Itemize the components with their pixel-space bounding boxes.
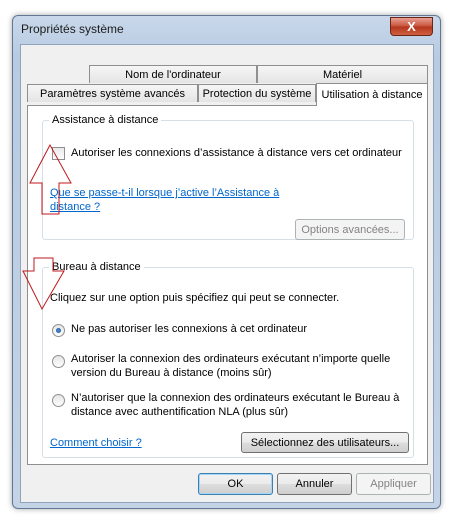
select-users-label: Sélectionnez des utilisateurs... bbox=[250, 436, 400, 449]
radio-any-version[interactable] bbox=[52, 355, 65, 368]
radio-no-connections[interactable] bbox=[52, 324, 65, 337]
tab-label: Protection du système bbox=[202, 87, 312, 100]
comment-choisir-link[interactable]: Comment choisir ? bbox=[50, 436, 142, 450]
tab-utilisation-distance[interactable]: Utilisation à distance bbox=[316, 83, 428, 106]
tab-label: Nom de l'ordinateur bbox=[125, 68, 221, 81]
close-button[interactable]: X bbox=[390, 17, 433, 36]
select-users-button[interactable]: Sélectionnez des utilisateurs... bbox=[241, 432, 409, 453]
title-bar[interactable]: Propriétés système X bbox=[13, 16, 440, 44]
apply-label: Appliquer bbox=[370, 478, 417, 490]
tab-parametres-avances[interactable]: Paramètres système avancés bbox=[27, 84, 198, 102]
close-icon: X bbox=[407, 19, 416, 34]
radio-nla-only[interactable] bbox=[52, 394, 65, 407]
cancel-label: Annuler bbox=[295, 478, 334, 490]
bureau-instruction: Cliquez sur une option puis spécifiez qu… bbox=[50, 292, 340, 304]
tab-materiel[interactable]: Matériel bbox=[257, 65, 428, 83]
dialog-client-area: Nom de l'ordinateur Matériel Paramètres … bbox=[20, 44, 434, 503]
tab-panel-remote: Assistance à distance Autoriser les conn… bbox=[27, 105, 428, 465]
assistance-help-link-line2[interactable]: distance ? bbox=[50, 200, 100, 214]
assistance-checkbox[interactable] bbox=[52, 147, 65, 160]
advanced-options-label: Options avancées... bbox=[301, 223, 399, 236]
system-properties-window: Propriétés système X Nom de l'ordinateur… bbox=[12, 15, 441, 509]
assistance-help-link-line1[interactable]: Que se passe-t-il lorsque j’active l’Ass… bbox=[50, 186, 279, 200]
tab-nom-ordinateur[interactable]: Nom de l'ordinateur bbox=[89, 65, 257, 83]
ok-button[interactable]: OK bbox=[198, 473, 273, 495]
tab-label: Paramètres système avancés bbox=[40, 87, 185, 100]
radio-any-version-label-1: Autoriser la connexion des ordinateurs e… bbox=[71, 353, 391, 365]
cancel-button[interactable]: Annuler bbox=[277, 473, 352, 495]
radio-nla-only-label-1: N’autoriser que la connexion des ordinat… bbox=[71, 392, 400, 404]
radio-no-connections-label: Ne pas autoriser les connexions à cet or… bbox=[71, 323, 308, 335]
advanced-options-button[interactable]: Options avancées... bbox=[295, 219, 405, 240]
tab-label: Matériel bbox=[322, 68, 363, 81]
window-title: Propriétés système bbox=[21, 22, 124, 36]
bureau-legend: Bureau à distance bbox=[52, 261, 141, 273]
apply-button[interactable]: Appliquer bbox=[356, 473, 431, 495]
assistance-legend: Assistance à distance bbox=[52, 114, 159, 126]
ok-label: OK bbox=[227, 478, 244, 490]
tab-label: Utilisation à distance bbox=[321, 89, 423, 101]
radio-any-version-label-2: version du Bureau à distance (moins sûr) bbox=[71, 367, 272, 379]
radio-nla-only-label-2: distance avec authentification NLA (plus… bbox=[71, 406, 289, 418]
tab-protection-systeme[interactable]: Protection du système bbox=[198, 84, 316, 102]
assistance-checkbox-label: Autoriser les connexions d’assistance à … bbox=[71, 147, 402, 159]
